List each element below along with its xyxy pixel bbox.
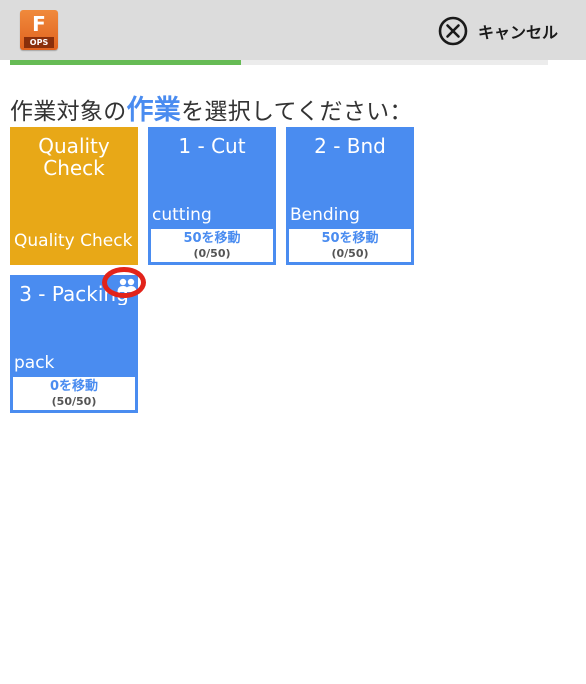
- top-bar: F OPS キャンセル: [0, 0, 586, 60]
- close-circle-icon: [438, 16, 468, 46]
- operation-tile-bnd[interactable]: 2 - Bnd Bending 50を移動 (0/50): [286, 127, 414, 265]
- cancel-button[interactable]: キャンセル: [438, 14, 558, 48]
- progress-fill: [10, 60, 242, 65]
- tile-subtitle: pack: [14, 353, 55, 373]
- progress-bar: [10, 60, 548, 65]
- prompt-emphasis: 作業: [126, 95, 182, 126]
- tile-title: Quality Check: [38, 135, 110, 179]
- tile-subtitle: cutting: [152, 205, 212, 225]
- tile-subtitle: Bending: [290, 205, 360, 225]
- tile-title: 2 - Bnd: [314, 135, 386, 157]
- move-label: 0を移動: [49, 379, 99, 394]
- move-quantity-box: 0を移動 (50/50): [13, 377, 135, 410]
- page-prompt: 作業対象の作業を選択してください：: [10, 88, 413, 127]
- tile-subtitle: Quality Check: [14, 231, 133, 251]
- move-label: 50を移動: [183, 231, 241, 246]
- move-label: 50を移動: [321, 231, 379, 246]
- operation-tile-quality-check[interactable]: Quality Check Quality Check: [10, 127, 138, 265]
- move-quantity-box: 50を移動 (0/50): [289, 229, 411, 262]
- operation-tile-cut[interactable]: 1 - Cut cutting 50を移動 (0/50): [148, 127, 276, 265]
- move-quantity-box: 50を移動 (0/50): [151, 229, 273, 262]
- move-count: (50/50): [51, 395, 97, 408]
- move-count: (0/50): [193, 247, 231, 260]
- app-logo: F OPS: [20, 10, 58, 50]
- move-count: (0/50): [331, 247, 369, 260]
- highlight-ring: [102, 267, 146, 298]
- prompt-text-before: 作業対象の: [10, 99, 127, 125]
- logo-letter: F: [32, 12, 46, 36]
- prompt-text-after: を選択してください：: [181, 99, 413, 125]
- cancel-label: キャンセル: [477, 23, 558, 42]
- logo-badge: OPS: [24, 37, 54, 48]
- tile-title: 1 - Cut: [178, 135, 246, 157]
